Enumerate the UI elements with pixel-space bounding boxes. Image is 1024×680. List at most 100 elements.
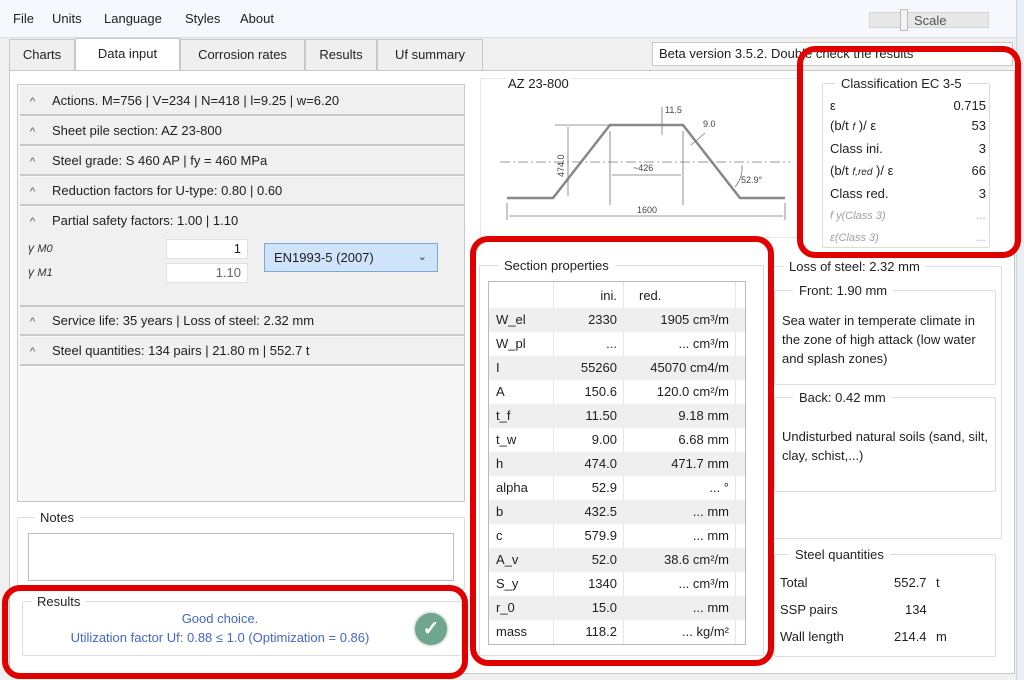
loss-of-steel-label: Loss of steel: 2.32 mm xyxy=(789,259,920,274)
table-row: b 432.5 ... mm xyxy=(489,500,745,524)
reduced-value: ... ° xyxy=(709,480,729,495)
initial-value: 15.0 xyxy=(591,600,617,615)
reduced-value: 1905 cm³/m xyxy=(660,312,729,327)
menu-about[interactable]: About xyxy=(240,11,274,26)
class-ini-row: Class ini. 3 xyxy=(830,141,986,156)
back-corrosion-label: Back: 0.42 mm xyxy=(799,390,886,405)
property-name: A xyxy=(496,384,505,399)
classification-values: ε 0.715 (b/t f )/ ε 53 Class ini. 3 (b/t f,… xyxy=(820,76,992,252)
initial-value: 474.0 xyxy=(584,456,617,471)
tab-charts[interactable]: Charts xyxy=(9,39,75,70)
initial-value: 579.9 xyxy=(584,528,617,543)
menu-styles[interactable]: Styles xyxy=(185,11,220,26)
reduced-value: 471.7 mm xyxy=(671,456,729,471)
section-drawing-title: AZ 23-800 xyxy=(506,76,571,91)
initial-value: ... xyxy=(606,336,617,351)
scale-slider-thumb[interactable] xyxy=(900,9,908,31)
notes-label: Notes xyxy=(40,510,74,525)
wall-length-unit: m xyxy=(936,629,947,644)
standard-dropdown[interactable]: EN1993-5 (2007) ⌄ xyxy=(264,243,438,272)
tab-uf-summary[interactable]: Uf summary xyxy=(377,39,483,70)
chevron-down-icon: ⌄ xyxy=(417,251,427,263)
tab-data-input[interactable]: Data input xyxy=(75,38,180,70)
table-row: A 150.6 120.0 cm²/m xyxy=(489,380,745,404)
expander-partial-label: Partial safety factors: 1.00 | 1.10 xyxy=(52,213,239,228)
expander-reduction-label: Reduction factors for U-type: 0.80 | 0.6… xyxy=(52,183,283,198)
expander-quantities-label: Steel quantities: 134 pairs | 21.80 m | … xyxy=(52,343,310,358)
front-corrosion-description: Sea water in temperate climate in the zo… xyxy=(782,313,976,366)
property-name: r_0 xyxy=(496,600,515,615)
gamma-m1-label: γ M1 xyxy=(28,265,53,279)
tab-corrosion-rates[interactable]: Corrosion rates xyxy=(180,39,305,70)
gamma-m0-input[interactable]: 1 xyxy=(166,239,248,259)
scale-slider[interactable]: Scale xyxy=(869,9,989,31)
results-label: Results xyxy=(37,594,81,609)
notes-textarea[interactable] xyxy=(28,533,454,581)
table-row: r_0 15.0 ... mm xyxy=(489,596,745,620)
property-name: mass xyxy=(496,624,528,639)
property-name: A_v xyxy=(496,552,519,567)
ssp-pairs-value: 134 xyxy=(905,602,927,617)
bt-fred-ratio-row: (b/t f,red )/ ε 66 xyxy=(830,163,986,178)
reduced-value: 6.68 mm xyxy=(678,432,729,447)
header-ini: ini. xyxy=(600,288,617,303)
dim-flange-width-label: ~426 xyxy=(633,163,653,173)
expander-service-life[interactable]: ^ Service life: 35 years | Loss of steel:… xyxy=(20,307,464,336)
menu-language[interactable]: Language xyxy=(104,11,162,26)
expander-section[interactable]: ^ Sheet pile section: AZ 23-800 xyxy=(20,117,464,146)
table-row: t_f 11.50 9.18 mm xyxy=(489,404,745,428)
property-name: W_el xyxy=(496,312,526,327)
chevron-up-icon: ^ xyxy=(30,316,36,328)
table-row: I 55260 45070 cm4/m xyxy=(489,356,745,380)
menu-file[interactable]: File xyxy=(13,11,34,26)
property-name: t_f xyxy=(496,408,511,423)
class-red-row: Class red. 3 xyxy=(830,186,986,201)
property-name: c xyxy=(496,528,503,543)
window-right-border xyxy=(1016,0,1024,680)
property-name: W_pl xyxy=(496,336,526,351)
wall-length-value: 214.4 xyxy=(894,629,927,644)
property-name: h xyxy=(496,456,504,471)
expander-steel-quantities[interactable]: ^ Steel quantities: 134 pairs | 21.80 m |… xyxy=(20,337,464,366)
input-expanders-pane: ^ Actions. M=756 | V=234 | N=418 | l=9.25… xyxy=(17,84,465,502)
tab-results[interactable]: Results xyxy=(305,39,377,70)
results-utilization: Utilization factor Uf: 0.88 ≤ 1.0 (Optim… xyxy=(70,630,370,645)
expander-section-label: Sheet pile section: AZ 23-800 xyxy=(52,123,222,138)
gamma-m1-input[interactable]: 1.10 xyxy=(166,263,248,283)
expander-actions-label: Actions. M=756 | V=234 | N=418 | l=9.25 … xyxy=(52,93,340,108)
beta-notice: Beta version 3.5.2. Double check the res… xyxy=(652,42,1013,66)
sheet-pile-drawing: 11.5 9.0 ~426 52.9° 1600 474.0 xyxy=(500,105,790,220)
chevron-up-icon: ^ xyxy=(30,346,36,358)
initial-value: 1340 xyxy=(588,576,617,591)
property-name: t_w xyxy=(496,432,517,447)
header-red: red. xyxy=(639,288,662,303)
table-row: alpha 52.9 ... ° xyxy=(489,476,745,500)
chevron-up-icon: ^ xyxy=(30,216,36,228)
expander-actions[interactable]: ^ Actions. M=756 | V=234 | N=418 | l=9.25… xyxy=(20,87,464,116)
property-name: alpha xyxy=(496,480,528,495)
table-row: W_pl... ... cm³/m xyxy=(489,332,745,356)
reduced-value: 9.18 mm xyxy=(678,408,729,423)
ssp-pairs-label: SSP pairs xyxy=(780,602,838,617)
expander-steel-grade-label: Steel grade: S 460 AP | fy = 460 MPa xyxy=(52,153,268,168)
epsilon-class3-row: ε(Class 3)... xyxy=(830,232,986,244)
reduced-value: ... cm³/m xyxy=(678,336,729,351)
menu-bar: File Units Language Styles About Scale xyxy=(0,0,1024,38)
dim-width-label: 1600 xyxy=(637,205,657,215)
table-row: S_y 1340 ... cm³/m xyxy=(489,572,745,596)
section-properties-table: ini. red. W_el 2330 1905 cm³/m W_pl... ... c… xyxy=(488,281,746,645)
menu-units[interactable]: Units xyxy=(52,11,82,26)
dim-height-label: 474.0 xyxy=(556,154,566,177)
total-label: Total xyxy=(780,575,808,590)
table-row: mass 118.2 ... kg/m² xyxy=(489,620,745,644)
dim-angle-label: 52.9° xyxy=(741,175,763,185)
expander-reduction-factors[interactable]: ^ Reduction factors for U-type: 0.80 | 0.… xyxy=(20,177,464,206)
reduced-value: 45070 cm4/m xyxy=(650,360,729,375)
table-row: h 474.0 471.7 mm xyxy=(489,452,745,476)
property-name: b xyxy=(496,504,504,519)
reduced-value: ... mm xyxy=(692,528,729,543)
expander-steel-grade[interactable]: ^ Steel grade: S 460 AP | fy = 460 MPa xyxy=(20,147,464,176)
epsilon-row: ε 0.715 xyxy=(830,98,986,113)
wall-length-label: Wall length xyxy=(780,629,844,644)
section-properties-label: Section properties xyxy=(504,258,609,273)
